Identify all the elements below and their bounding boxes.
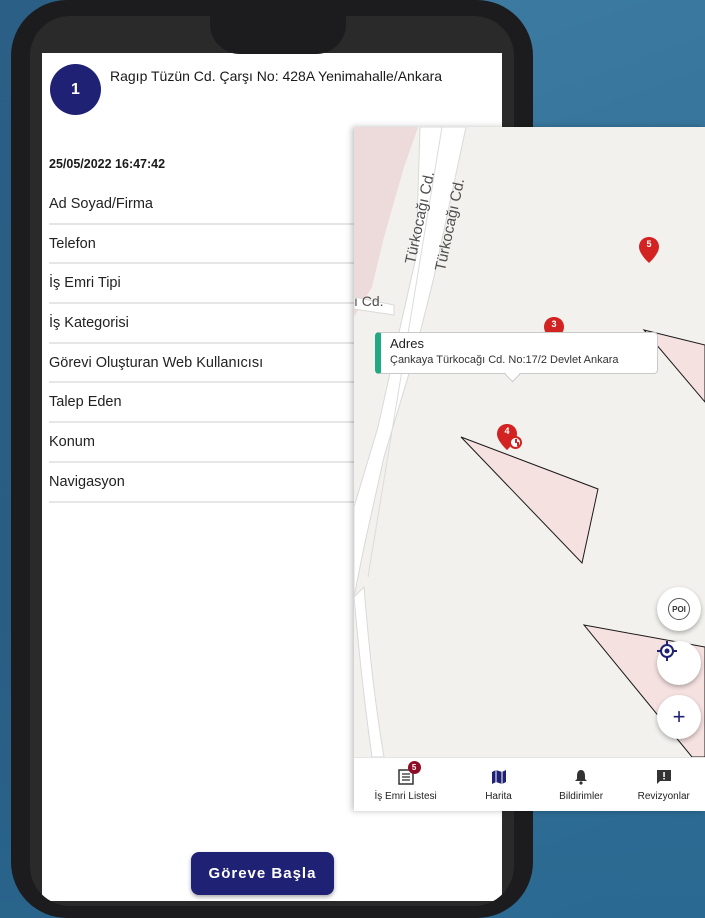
map-area-block [354, 127, 418, 317]
poi-button[interactable]: POI [657, 587, 701, 631]
nav-label: Harita [485, 791, 512, 802]
order-number-badge: 1 [50, 64, 101, 115]
field-phone[interactable]: Telefon [49, 225, 354, 265]
map-marker-5[interactable]: 5 [639, 237, 659, 263]
field-requester[interactable]: Talep Eden [49, 383, 354, 424]
address-popup-title: Adres [390, 336, 424, 351]
map-road-curve [354, 585, 385, 757]
geofence-triangle-1[interactable] [460, 436, 599, 565]
plus-icon: + [672, 704, 686, 729]
crosshair-icon [657, 641, 677, 661]
marker-number: 5 [646, 239, 652, 249]
poi-icon: POI [668, 598, 690, 620]
field-category[interactable]: İş Kategorisi [49, 304, 354, 344]
address-popup[interactable]: Adres Çankaya Türkocağı Cd. No:17/2 Devl… [375, 332, 658, 374]
nav-item-notifications[interactable]: Bildirimler [540, 758, 623, 811]
order-address: Ragıp Tüzün Cd. Çarşı No: 428A Yenimahal… [110, 68, 443, 84]
map-view[interactable]: Türkocağı Cd. Türkocağı Cd. ı Cd. 5 3 4 … [354, 127, 705, 757]
start-task-button[interactable]: Göreve Başla [191, 852, 334, 895]
map-base-svg [354, 127, 705, 757]
map-icon [491, 767, 507, 787]
field-name-company[interactable]: Ad Soyad/Firma [49, 185, 354, 225]
field-navigation[interactable]: Navigasyon [49, 463, 354, 503]
nav-label: Bildirimler [559, 791, 604, 802]
nav-item-revisions[interactable]: Revizyonlar [622, 758, 705, 811]
bottom-navigation: 5 İş Emri Listesi Harita Bildirimler Rev… [354, 757, 705, 811]
field-location[interactable]: Konum [49, 423, 354, 463]
nav-item-map[interactable]: Harita [457, 758, 540, 811]
zoom-in-button[interactable]: + [657, 695, 701, 739]
map-screen: Türkocağı Cd. Türkocağı Cd. ı Cd. 5 3 4 … [354, 127, 705, 811]
feedback-icon [656, 767, 672, 787]
marker-number: 4 [504, 426, 510, 436]
notification-badge: 5 [407, 761, 421, 774]
clock-icon [509, 436, 522, 449]
marker-number: 3 [551, 319, 557, 329]
field-creator-web-user[interactable]: Görevi Oluşturan Web Kullanıcısı [49, 344, 354, 384]
nav-label: Revizyonlar [637, 791, 690, 802]
field-order-type[interactable]: İş Emri Tipi [49, 264, 354, 305]
order-datetime: 25/05/2022 16:47:42 [49, 157, 166, 171]
list-icon: 5 [397, 761, 421, 787]
nav-item-work-order-list[interactable]: 5 İş Emri Listesi [354, 758, 457, 811]
nav-label: İş Emri Listesi [374, 791, 437, 802]
locate-button[interactable] [657, 641, 701, 685]
bell-icon [573, 767, 589, 787]
address-popup-text: Çankaya Türkocağı Cd. No:17/2 Devlet Ank… [390, 354, 619, 366]
street-label-3: ı Cd. [354, 293, 384, 309]
phone-notch [210, 16, 346, 54]
order-field-list: Ad Soyad/Firma Telefon İş Emri Tipi İş K… [49, 185, 354, 503]
